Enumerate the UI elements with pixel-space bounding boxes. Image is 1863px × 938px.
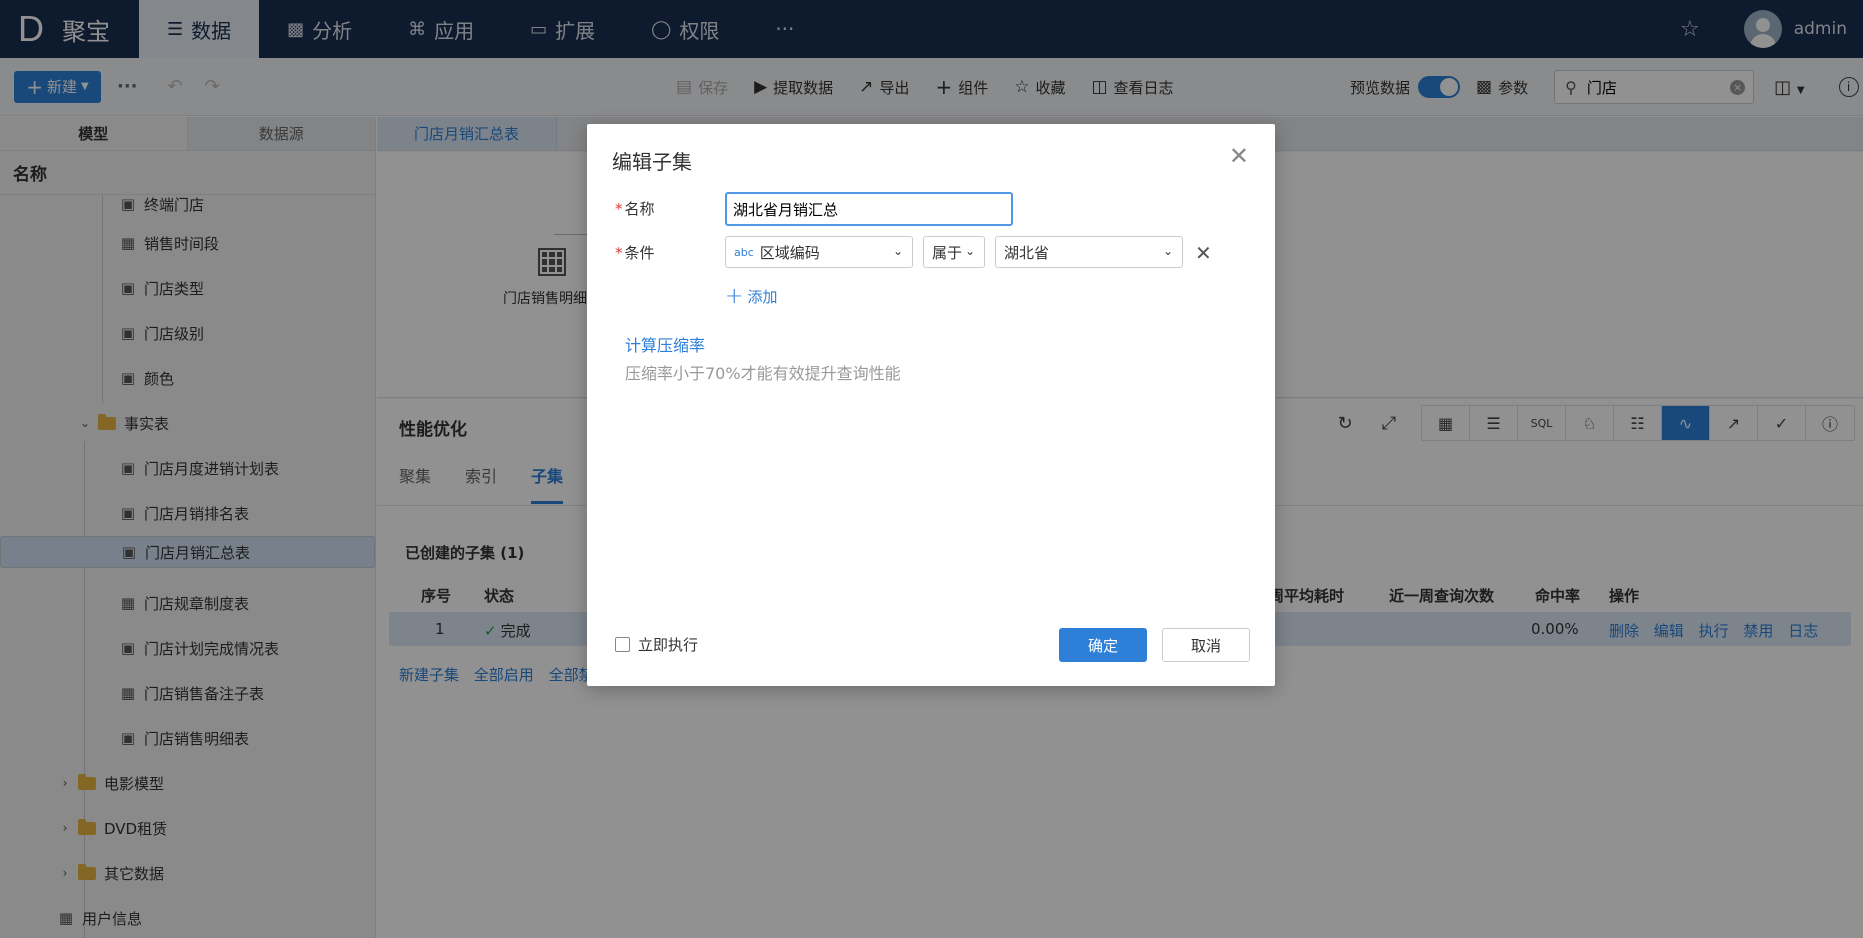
chevron-down-icon: ⌄ xyxy=(964,244,975,258)
add-condition-label: 添加 xyxy=(747,288,778,306)
condition-value-text: 湖北省 xyxy=(1004,243,1050,262)
cancel-button[interactable]: 取消 xyxy=(1162,628,1250,662)
dialog-title: 编辑子集 xyxy=(612,150,692,174)
edit-subset-dialog: 编辑子集 ✕ *名称 *条件 abc 区域编码 ⌄ 属于 ⌄ 湖北省 ⌄ ✕ +… xyxy=(587,124,1275,686)
add-condition-button[interactable]: + 添加 xyxy=(725,284,777,309)
name-field[interactable] xyxy=(725,192,1013,226)
string-type-icon: abc xyxy=(734,245,754,259)
checkbox-icon[interactable] xyxy=(615,637,630,652)
condition-field-label: * 条件 xyxy=(615,243,655,263)
condition-field-select[interactable]: abc 区域编码 ⌄ xyxy=(725,236,913,268)
execute-now-checkbox[interactable]: 立即执行 xyxy=(615,634,698,655)
close-icon[interactable]: ✕ xyxy=(1229,144,1249,168)
remove-condition-icon[interactable]: ✕ xyxy=(1195,241,1212,265)
calc-compression-link[interactable]: 计算压缩率 xyxy=(625,332,705,356)
condition-operator-value: 属于 xyxy=(932,243,963,262)
execute-now-label: 立即执行 xyxy=(638,636,699,654)
compression-hint: 压缩率小于70%才能有效提升查询性能 xyxy=(625,364,901,383)
confirm-button[interactable]: 确定 xyxy=(1059,628,1147,662)
condition-value-select[interactable]: 湖北省 ⌄ xyxy=(995,236,1183,268)
condition-operator-select[interactable]: 属于 ⌄ xyxy=(923,236,985,268)
chevron-down-icon: ⌄ xyxy=(892,244,903,258)
condition-field-value: 区域编码 xyxy=(759,243,820,262)
plus-icon: + xyxy=(725,284,744,309)
name-field-label: * 名称 xyxy=(615,199,655,219)
chevron-down-icon: ⌄ xyxy=(1162,244,1173,258)
